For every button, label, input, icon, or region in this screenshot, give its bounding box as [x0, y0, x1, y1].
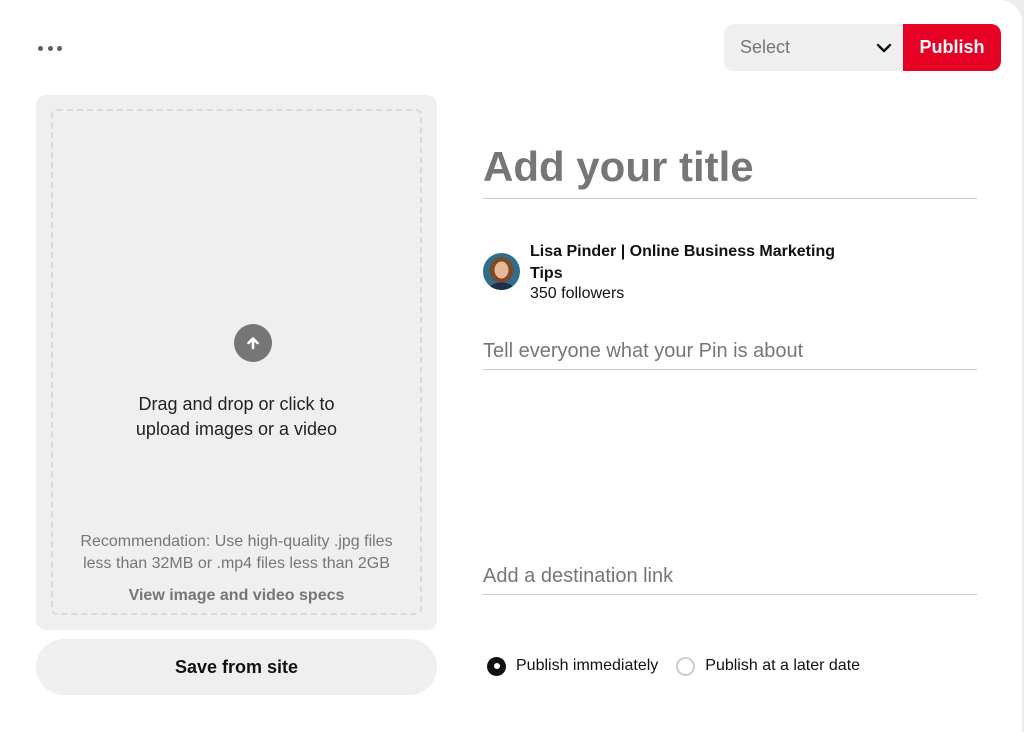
- publish-timing-options: Publish immediately Publish at a later d…: [487, 655, 860, 677]
- publish-immediately-radio[interactable]: [487, 656, 506, 676]
- pin-title-input[interactable]: [483, 135, 977, 199]
- pin-builder-card: Select Publish Drag and drop or click to…: [0, 0, 1022, 732]
- upload-recommendation: Recommendation: Use high-quality .jpg fi…: [80, 533, 393, 572]
- profile-info: Lisa Pinder | Online Business Marketing …: [483, 241, 863, 305]
- publish-immediately-label: Publish immediately: [516, 657, 659, 674]
- board-select-value: Select: [740, 37, 791, 57]
- publish-button[interactable]: Publish: [903, 24, 1001, 71]
- upload-dropzone[interactable]: Drag and drop or click to upload images …: [51, 109, 422, 615]
- view-specs-link[interactable]: View image and video specs: [53, 587, 420, 605]
- destination-link-input[interactable]: [483, 559, 977, 595]
- avatar: [483, 253, 520, 290]
- board-select-dropdown[interactable]: Select: [724, 24, 904, 71]
- profile-name: Lisa Pinder | Online Business Marketing …: [530, 243, 835, 282]
- more-options-icon[interactable]: [38, 38, 62, 58]
- upload-panel[interactable]: Drag and drop or click to upload images …: [36, 95, 437, 630]
- save-from-site-button[interactable]: Save from site: [36, 639, 437, 695]
- profile-followers: 350 followers: [530, 285, 625, 302]
- chevron-down-icon: [876, 43, 892, 52]
- upload-arrow-icon[interactable]: [234, 324, 272, 362]
- publish-immediately-option[interactable]: Publish immediately: [487, 656, 659, 676]
- publish-later-radio[interactable]: [676, 656, 696, 676]
- publish-later-option[interactable]: Publish at a later date: [676, 656, 861, 676]
- pin-description-input[interactable]: [483, 334, 977, 370]
- upload-instructions: Drag and drop or click to upload images …: [135, 394, 338, 439]
- publish-later-label: Publish at a later date: [705, 657, 861, 674]
